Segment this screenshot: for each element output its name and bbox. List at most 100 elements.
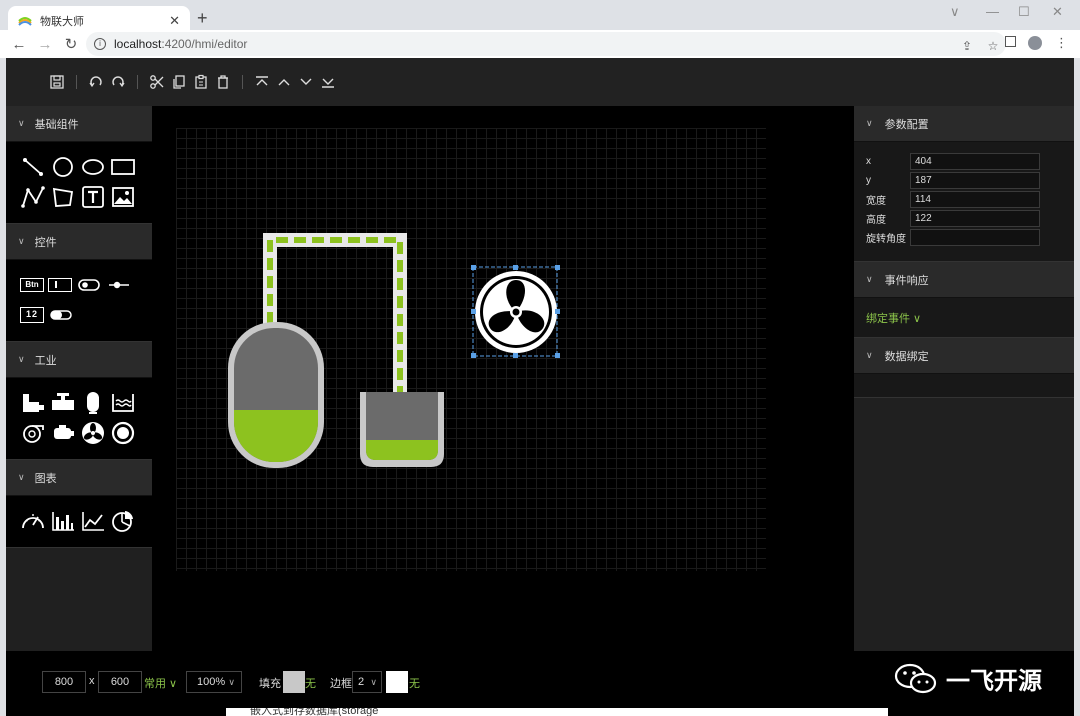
tab-search-icon[interactable]: ∨ bbox=[950, 4, 960, 20]
hmi-editor-app: ∨ 基础组件 ∨ 控件 Btn 12 ∨ 工业 ∨ 图表 ∨ 参数配置 x 40… bbox=[6, 58, 1074, 716]
border-none-link[interactable]: 无 bbox=[409, 675, 420, 691]
browser-menu-icon[interactable]: ⋮ bbox=[1055, 35, 1068, 51]
size-preset-dropdown[interactable]: 常用 ∨ bbox=[144, 675, 177, 691]
forward-icon[interactable]: → bbox=[32, 36, 58, 53]
line-chart-icon[interactable] bbox=[80, 508, 106, 534]
chevron-down-icon: ∨ bbox=[370, 677, 377, 687]
valve-icon[interactable] bbox=[50, 390, 76, 416]
zoom-select[interactable]: 100% ∨ bbox=[186, 671, 242, 693]
section-basic-header[interactable]: ∨ 基础组件 bbox=[6, 106, 152, 142]
section-industry-header[interactable]: ∨ 工业 bbox=[6, 342, 152, 378]
resize-handle[interactable] bbox=[471, 309, 476, 314]
close-window-icon[interactable]: ✕ bbox=[1052, 4, 1063, 20]
profile-avatar-icon[interactable] bbox=[1028, 36, 1042, 50]
ellipse-tool-icon[interactable] bbox=[80, 154, 106, 180]
site-info-icon[interactable]: i bbox=[94, 38, 106, 50]
resize-handle[interactable] bbox=[513, 265, 518, 270]
params-header[interactable]: ∨ 参数配置 bbox=[854, 106, 1074, 142]
fill-color-swatch[interactable] bbox=[283, 671, 305, 693]
resize-handle[interactable] bbox=[471, 265, 476, 270]
canvas-width-input[interactable]: 800 bbox=[42, 671, 86, 693]
resize-handle[interactable] bbox=[555, 265, 560, 270]
new-tab-button[interactable]: + bbox=[197, 8, 208, 29]
pie-chart-icon[interactable] bbox=[110, 508, 136, 534]
save-icon[interactable] bbox=[46, 71, 68, 93]
prop-label: y bbox=[866, 175, 871, 186]
pump-icon[interactable] bbox=[20, 390, 46, 416]
input-control-icon[interactable] bbox=[48, 278, 72, 292]
slider-control-icon[interactable] bbox=[106, 272, 132, 298]
number-control-icon[interactable]: 12 bbox=[20, 307, 44, 323]
border-color-swatch[interactable] bbox=[386, 671, 408, 693]
app-logo-icon bbox=[18, 17, 32, 26]
text-tool-icon[interactable] bbox=[80, 184, 106, 210]
polyline-tool-icon[interactable] bbox=[20, 184, 46, 210]
design-canvas[interactable] bbox=[176, 128, 766, 571]
section-controls-header[interactable]: ∨ 控件 bbox=[6, 224, 152, 260]
circle-tool-icon[interactable] bbox=[50, 154, 76, 180]
rectangle-tool-icon[interactable] bbox=[110, 154, 136, 180]
gauge-chart-icon[interactable] bbox=[20, 508, 46, 534]
button-control-icon[interactable]: Btn bbox=[20, 278, 44, 292]
indicator-light-icon[interactable] bbox=[110, 420, 136, 446]
border-width-select[interactable]: 2 ∨ bbox=[352, 671, 382, 693]
section-charts-header[interactable]: ∨ 图表 bbox=[6, 460, 152, 496]
progress-control-icon[interactable] bbox=[48, 302, 74, 328]
canvas-height-input[interactable]: 600 bbox=[98, 671, 142, 693]
fan-tool-icon[interactable] bbox=[80, 420, 106, 446]
move-up-icon[interactable] bbox=[273, 71, 295, 93]
params-body: x 404 y 187 宽度 114 高度 122 旋转角度 bbox=[854, 142, 1074, 262]
height-input[interactable]: 122 bbox=[910, 210, 1040, 227]
tank-icon[interactable] bbox=[80, 390, 106, 416]
properties-panel: ∨ 参数配置 x 404 y 187 宽度 114 高度 122 旋转角度 ∨ … bbox=[854, 106, 1074, 651]
bring-to-front-icon[interactable] bbox=[251, 71, 273, 93]
data-binding-header[interactable]: ∨ 数据绑定 bbox=[854, 338, 1074, 374]
address-bar: ← → ↻ i localhost:4200/hmi/editor ⇪ ☆ ⋮ bbox=[0, 30, 1080, 58]
maximize-icon[interactable]: ☐ bbox=[1018, 4, 1030, 20]
copy-icon[interactable] bbox=[168, 71, 190, 93]
resize-handle[interactable] bbox=[471, 353, 476, 358]
polygon-tool-icon[interactable] bbox=[50, 184, 76, 210]
delete-icon[interactable] bbox=[212, 71, 234, 93]
url-field[interactable]: i localhost:4200/hmi/editor ⇪ ☆ bbox=[86, 32, 1006, 56]
tab-close-icon[interactable]: ✕ bbox=[169, 13, 180, 29]
motor-icon[interactable] bbox=[50, 420, 76, 446]
rotation-input[interactable] bbox=[910, 229, 1040, 246]
blower-icon[interactable] bbox=[20, 420, 46, 446]
fill-none-link[interactable]: 无 bbox=[305, 675, 316, 691]
bar-chart-icon[interactable] bbox=[50, 508, 76, 534]
y-input[interactable]: 187 bbox=[910, 172, 1040, 189]
bind-event-dropdown[interactable]: 绑定事件 ∨ bbox=[866, 310, 921, 326]
side-panel-icon[interactable] bbox=[1005, 36, 1016, 47]
switch-control-icon[interactable] bbox=[76, 272, 102, 298]
x-input[interactable]: 404 bbox=[910, 153, 1040, 170]
paste-icon[interactable] bbox=[190, 71, 212, 93]
events-header[interactable]: ∨ 事件响应 bbox=[854, 262, 1074, 298]
share-icon[interactable]: ⇪ bbox=[954, 39, 980, 53]
chevron-down-icon: ∨ bbox=[228, 677, 235, 687]
move-down-icon[interactable] bbox=[295, 71, 317, 93]
bookmark-star-icon[interactable]: ☆ bbox=[980, 39, 1006, 53]
image-tool-icon[interactable] bbox=[110, 184, 136, 210]
reload-icon[interactable]: ↻ bbox=[58, 35, 84, 53]
chevron-down-icon: ∨ bbox=[18, 354, 25, 364]
prop-label: 宽度 bbox=[866, 196, 886, 207]
line-tool-icon[interactable] bbox=[20, 154, 46, 180]
tank-right-component[interactable] bbox=[360, 392, 444, 467]
fan-component[interactable] bbox=[475, 271, 557, 353]
url-path: :4200/hmi/editor bbox=[161, 37, 248, 51]
resize-handle[interactable] bbox=[555, 309, 560, 314]
send-to-back-icon[interactable] bbox=[317, 71, 339, 93]
width-input[interactable]: 114 bbox=[910, 191, 1040, 208]
pool-icon[interactable] bbox=[110, 390, 136, 416]
back-icon[interactable]: ← bbox=[6, 36, 32, 53]
minimize-icon[interactable]: — bbox=[986, 4, 999, 19]
undo-icon[interactable] bbox=[85, 71, 107, 93]
tank-left-component[interactable] bbox=[228, 322, 324, 470]
section-controls-label: 控件 bbox=[34, 236, 57, 249]
redo-icon[interactable] bbox=[107, 71, 129, 93]
resize-handle[interactable] bbox=[513, 353, 518, 358]
resize-handle[interactable] bbox=[555, 353, 560, 358]
cut-icon[interactable] bbox=[146, 71, 168, 93]
data-binding-label: 数据绑定 bbox=[884, 350, 929, 363]
